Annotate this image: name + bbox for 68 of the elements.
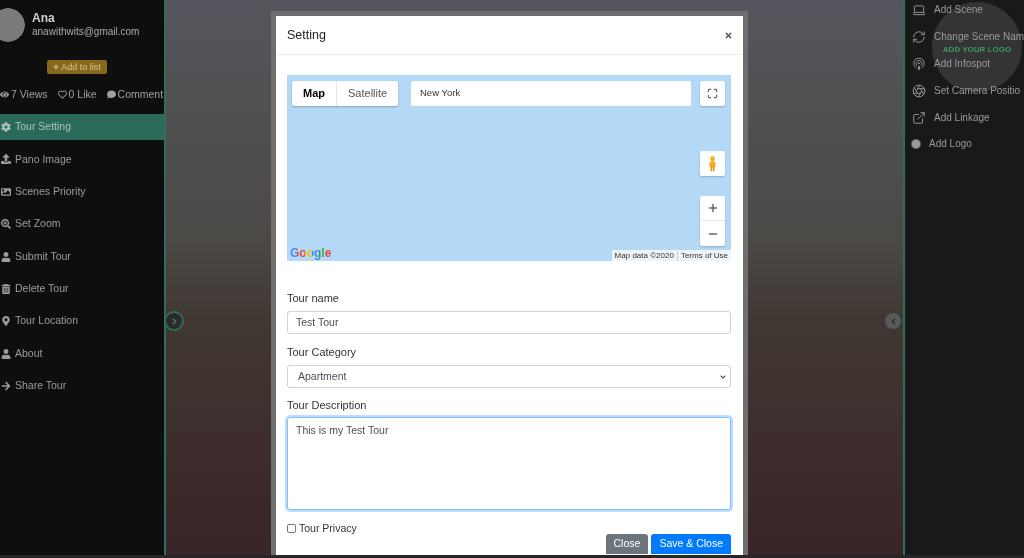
laptop-icon <box>912 3 926 18</box>
fullscreen-button[interactable] <box>700 81 725 106</box>
save-button[interactable]: Save & Close <box>651 534 731 554</box>
tool-item[interactable]: Add Logo <box>911 138 972 151</box>
avatar-icon <box>0 8 25 42</box>
heart-icon[interactable] <box>57 89 67 99</box>
external-link-icon <box>912 110 926 125</box>
map-pin-icon <box>1 316 11 327</box>
menu-item[interactable]: Tour Location <box>0 314 80 329</box>
privacy-checkbox[interactable] <box>287 523 296 533</box>
location-search-field[interactable]: New York <box>411 81 691 106</box>
refresh-icon <box>912 30 926 45</box>
map-logo: Google <box>290 246 332 260</box>
map-type-tab[interactable]: Satellite <box>336 81 399 106</box>
menu-item[interactable]: Pano Image <box>0 152 73 167</box>
plus-icon <box>706 202 719 214</box>
gear-icon <box>1 122 11 132</box>
tool-item[interactable]: Add Scene <box>912 3 983 18</box>
chevron-right-icon <box>170 317 178 325</box>
chevron-down-icon <box>720 373 726 380</box>
checkbox-label: Tour Privacy <box>299 522 357 534</box>
badge-icon <box>911 139 921 150</box>
upload-icon <box>1 154 11 165</box>
menu-item[interactable]: Delete Tour <box>0 281 70 296</box>
menu-item[interactable]: Share Tour <box>0 379 68 394</box>
aperture-icon <box>912 83 926 98</box>
terms-link[interactable]: Terms of Use <box>676 250 731 261</box>
tool-item[interactable]: Change Scene Nam <box>912 30 1024 45</box>
tool-item[interactable]: Add Linkage <box>912 110 990 125</box>
select-dropdown[interactable]: Apartment <box>287 365 731 388</box>
user-email: anawithwits@gmail.com <box>32 26 140 38</box>
chevron-left-icon <box>889 317 897 325</box>
menu-item[interactable]: Submit Tour <box>0 249 72 264</box>
close-icon <box>723 30 733 40</box>
user-icon <box>1 348 11 359</box>
trash-icon <box>1 283 11 294</box>
user-icon <box>1 251 11 262</box>
field-label: Tour name <box>287 292 340 305</box>
stat-label: Comment <box>117 88 164 100</box>
menu-item[interactable]: Tour Setting <box>0 114 164 140</box>
close-button[interactable] <box>723 30 733 40</box>
broadcast-icon <box>912 57 926 71</box>
stat-label: 7 Views <box>11 88 48 100</box>
person-icon <box>708 155 717 172</box>
arrow-right-icon <box>1 381 11 392</box>
close-dialog-button[interactable]: Close <box>605 534 649 554</box>
field-label: Tour Description <box>287 399 368 412</box>
map-type-tab[interactable]: Map <box>292 81 336 106</box>
menu-item[interactable]: Set Zoom <box>0 217 62 232</box>
comment-icon[interactable] <box>106 89 116 99</box>
menu-item[interactable]: Scenes Priority <box>0 184 87 199</box>
zoom-in-icon <box>1 219 11 230</box>
map-data-text: Map data ©2020 <box>613 250 675 261</box>
menu-item[interactable]: About <box>0 346 44 361</box>
map-view[interactable]: Map Satellite New York Google Map data ©2020 Terms of Use <box>287 75 731 261</box>
user-name: Ana <box>32 11 56 25</box>
eye-icon[interactable] <box>0 89 9 99</box>
image-icon <box>1 186 11 197</box>
text-input[interactable]: Test Tour <box>287 311 731 334</box>
plus-icon <box>53 64 60 70</box>
tool-item[interactable]: Add Infospot <box>912 57 991 71</box>
logo-placeholder-text: ADD YOUR LOGO <box>942 45 1012 54</box>
dialog-title: Setting <box>287 26 326 44</box>
field-label: Tour Category <box>287 346 358 359</box>
stat-label: 0 Like <box>68 88 97 100</box>
tool-item[interactable]: Set Camera Positio <box>912 83 1021 98</box>
textarea-field[interactable]: This is my Test Tour <box>287 417 731 510</box>
fullscreen-icon <box>707 88 718 99</box>
